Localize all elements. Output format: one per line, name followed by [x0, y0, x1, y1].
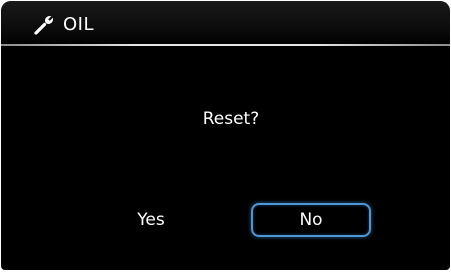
header-divider	[1, 44, 450, 46]
no-button[interactable]: No	[251, 203, 371, 237]
screen: OIL Reset? Yes No	[0, 0, 451, 272]
reset-prompt: Reset?	[202, 109, 260, 129]
wrench-icon	[33, 14, 55, 36]
yes-button[interactable]: Yes	[119, 203, 183, 237]
header-bar: OIL	[1, 1, 450, 45]
display-panel: OIL Reset? Yes No	[1, 1, 450, 270]
screen-title: OIL	[63, 14, 95, 35]
